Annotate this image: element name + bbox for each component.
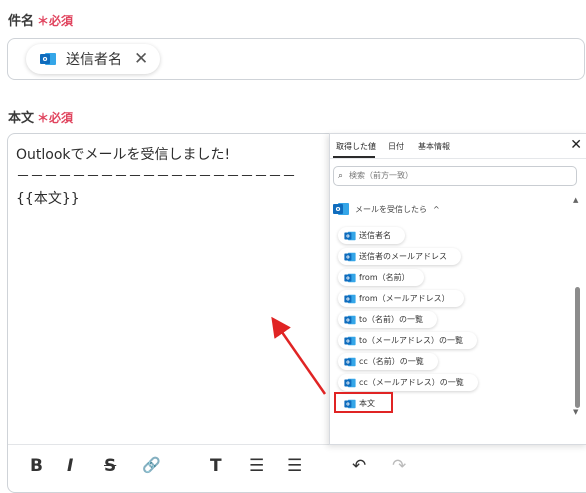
annotation-arrow: [271, 316, 327, 395]
